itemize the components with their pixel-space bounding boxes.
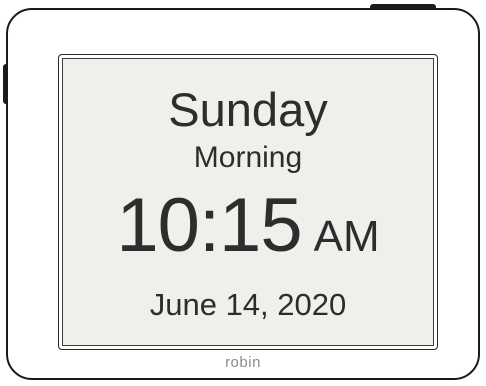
time-row: 10:15 AM <box>63 188 433 264</box>
digital-calendar-clock-device: Sunday Morning 10:15 AM June 14, 2020 rob… <box>6 8 480 380</box>
am-pm-indicator: AM <box>313 212 380 261</box>
time-of-day-period: Morning <box>193 141 303 174</box>
clock-scene: Sunday Morning 10:15 AM June 14, 2020 rob… <box>0 0 486 386</box>
screen-bezel: Sunday Morning 10:15 AM June 14, 2020 <box>58 54 438 350</box>
clock-time: 10:15 <box>116 183 302 268</box>
day-of-week: Sunday <box>168 83 328 136</box>
clock-display-screen: Sunday Morning 10:15 AM June 14, 2020 <box>62 58 434 346</box>
brand-logo-text: robin <box>225 354 261 371</box>
calendar-date: June 14, 2020 <box>149 287 347 322</box>
